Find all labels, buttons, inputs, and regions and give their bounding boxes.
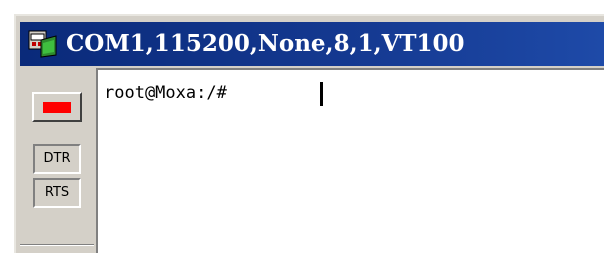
terminal-prompt-line: root@Moxa:/#: [104, 83, 238, 103]
rts-button[interactable]: RTS: [33, 178, 81, 208]
status-led-indicator: [43, 102, 71, 113]
panel-divider: [20, 244, 94, 246]
text-cursor: [320, 82, 323, 106]
terminal-window: COM1,115200,None,8,1,VT100 DTR RTS root@…: [0, 0, 604, 253]
serial-terminal-app-icon[interactable]: [28, 30, 58, 58]
connection-led-button[interactable]: [32, 92, 82, 122]
window-title: COM1,115200,None,8,1,VT100: [66, 30, 465, 57]
dtr-button[interactable]: DTR: [33, 144, 81, 174]
